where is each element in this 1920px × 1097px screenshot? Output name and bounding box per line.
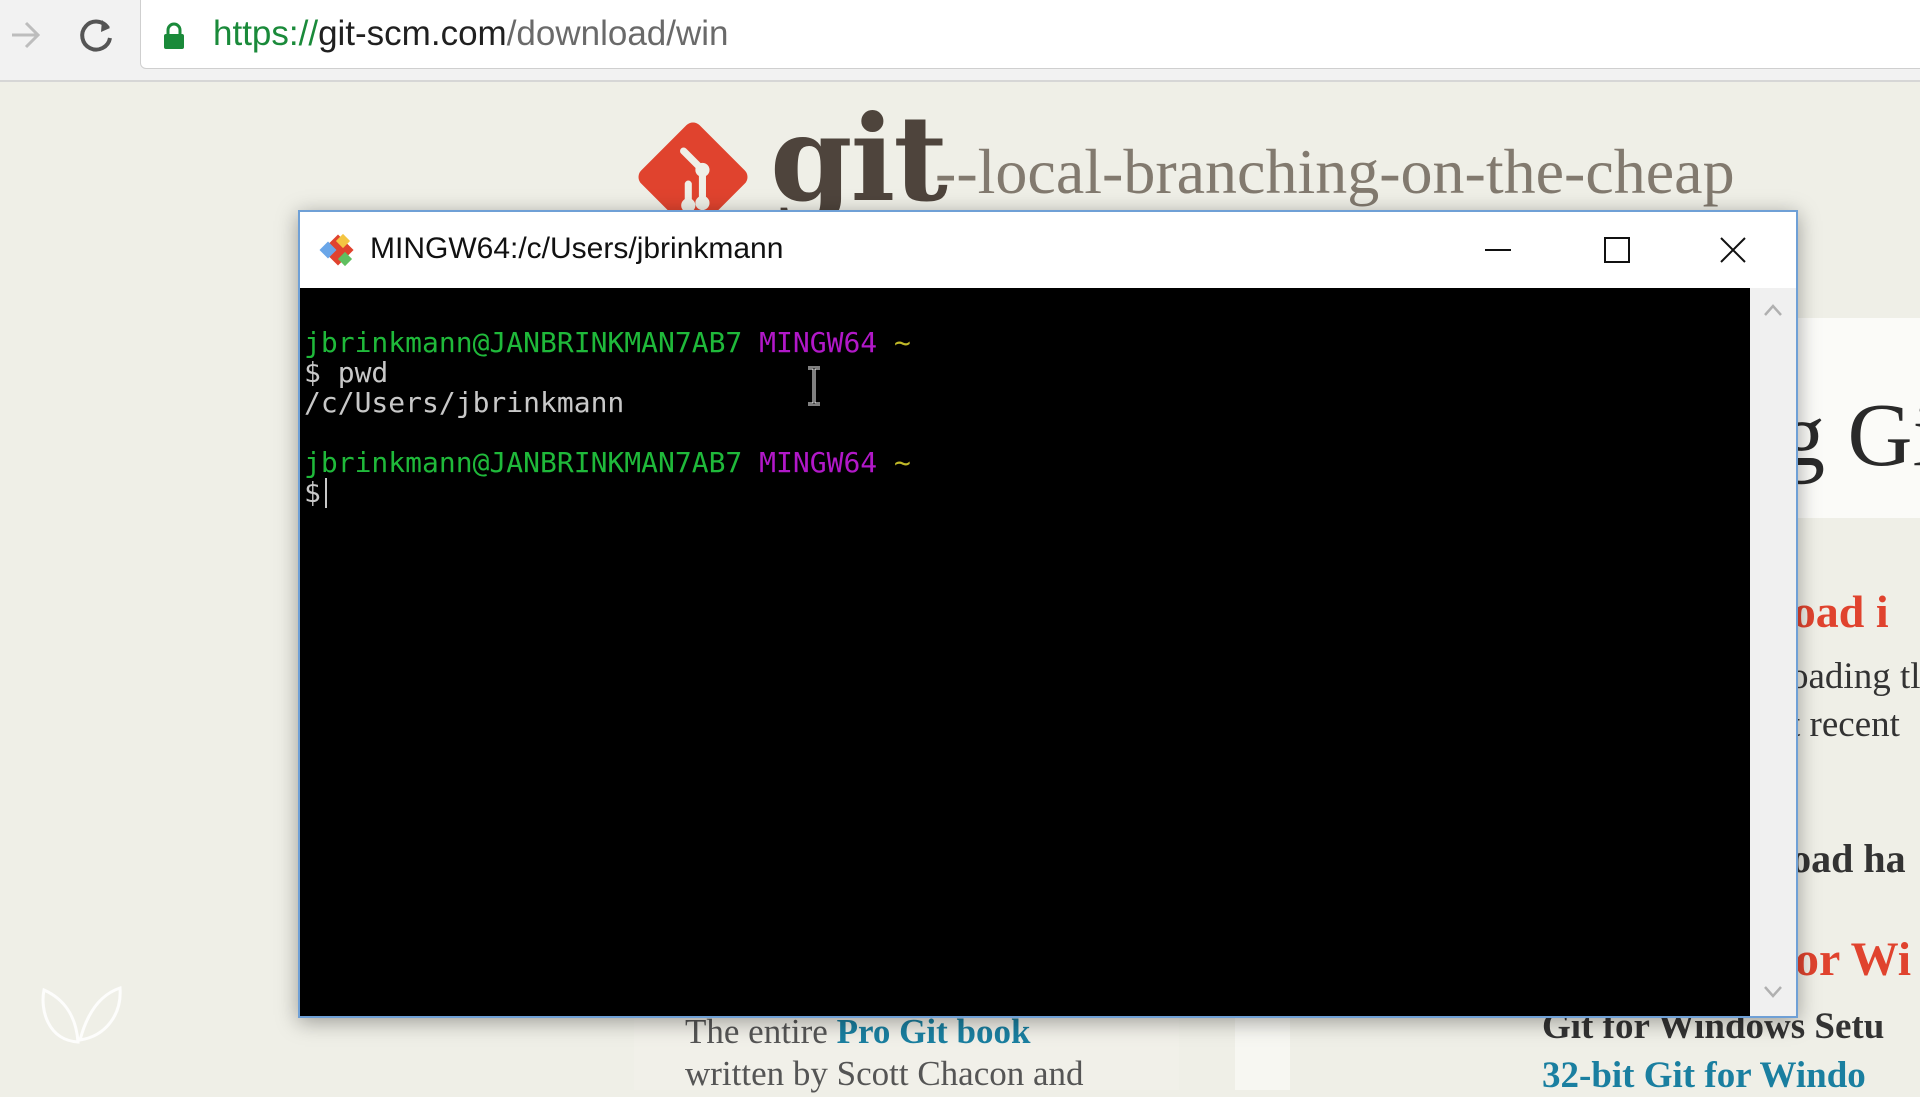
git-wordmark[interactable]: git bbox=[770, 100, 948, 218]
prompt-line-2: jbrinkmann@JANBRINKMAN7AB7 MINGW64 ~ bbox=[304, 448, 911, 478]
address-bar[interactable]: https://git-scm.com/download/win bbox=[140, 0, 1920, 69]
terminal-title: MINGW64:/c/Users/jbrinkmann bbox=[370, 232, 784, 265]
minimize-icon[interactable] bbox=[1443, 212, 1553, 288]
maximize-icon[interactable] bbox=[1562, 212, 1672, 288]
lock-icon bbox=[164, 22, 184, 49]
reload-icon[interactable] bbox=[72, 14, 120, 56]
command-output: /c/Users/jbrinkmann bbox=[304, 386, 625, 419]
terminal-output[interactable]: jbrinkmann@JANBRINKMAN7AB7 MINGW64 ~ $ p… bbox=[300, 288, 1750, 1016]
url-path: /download/win bbox=[506, 14, 729, 53]
for-windows-heading-fragment: or Wi bbox=[1795, 933, 1912, 986]
butterfly-watermark-icon bbox=[41, 985, 122, 1044]
terminal-scrollbar[interactable] bbox=[1750, 288, 1796, 1016]
input-line: $ bbox=[304, 478, 327, 508]
ibeam-cursor-icon bbox=[808, 366, 820, 406]
prompt-symbol-2: $ bbox=[304, 476, 321, 509]
terminal-window[interactable]: MINGW64:/c/Users/jbrinkmann jbrinkmann@J… bbox=[298, 210, 1798, 1018]
prompt-symbol: $ bbox=[304, 356, 321, 389]
command-text: pwd bbox=[337, 356, 389, 389]
recent-text-fragment: t recent bbox=[1790, 704, 1900, 745]
prompt-env: MINGW64 bbox=[759, 326, 878, 359]
prompt-dir-2: ~ bbox=[894, 446, 911, 479]
page-heading-fragment: g Gi bbox=[1780, 386, 1920, 485]
prompt-line: jbrinkmann@JANBRINKMAN7AB7 MINGW64 ~ bbox=[304, 328, 911, 358]
scroll-down-arrow-icon[interactable] bbox=[1762, 984, 1784, 1000]
browser-toolbar: https://git-scm.com/download/win bbox=[0, 0, 1920, 82]
command-line: $ pwd bbox=[304, 358, 388, 388]
forward-arrow-icon[interactable] bbox=[4, 14, 46, 56]
book-text-line: The entire Pro Git book bbox=[685, 1012, 1030, 1052]
text-caret bbox=[324, 478, 327, 508]
prompt-dir: ~ bbox=[894, 326, 911, 359]
close-icon[interactable] bbox=[1678, 212, 1788, 288]
url-domain: git-scm.com bbox=[318, 14, 507, 53]
git-tagline: --local-branching-on-the-cheap bbox=[935, 136, 1735, 207]
terminal-title-bar[interactable]: MINGW64:/c/Users/jbrinkmann bbox=[300, 212, 1796, 288]
url-protocol: https:// bbox=[213, 14, 319, 53]
git-bash-icon bbox=[319, 233, 354, 267]
prompt-env-2: MINGW64 bbox=[759, 446, 878, 479]
url-text[interactable]: https://git-scm.com/download/win bbox=[213, 14, 729, 54]
prompt-user: jbrinkmann@JANBRINKMAN7AB7 bbox=[304, 326, 743, 359]
downloading-text-fragment: oading tl bbox=[1790, 656, 1920, 697]
book-text-line-2: written by Scott Chacon and bbox=[685, 1054, 1084, 1093]
download-hash-heading-fragment: load ha bbox=[1780, 836, 1906, 881]
prompt-user-2: jbrinkmann@JANBRINKMAN7AB7 bbox=[304, 446, 743, 479]
scroll-up-arrow-icon[interactable] bbox=[1762, 302, 1784, 318]
32bit-download-link-fragment[interactable]: 32-bit Git for Windo bbox=[1542, 1054, 1866, 1097]
column-divider bbox=[1235, 1010, 1290, 1090]
